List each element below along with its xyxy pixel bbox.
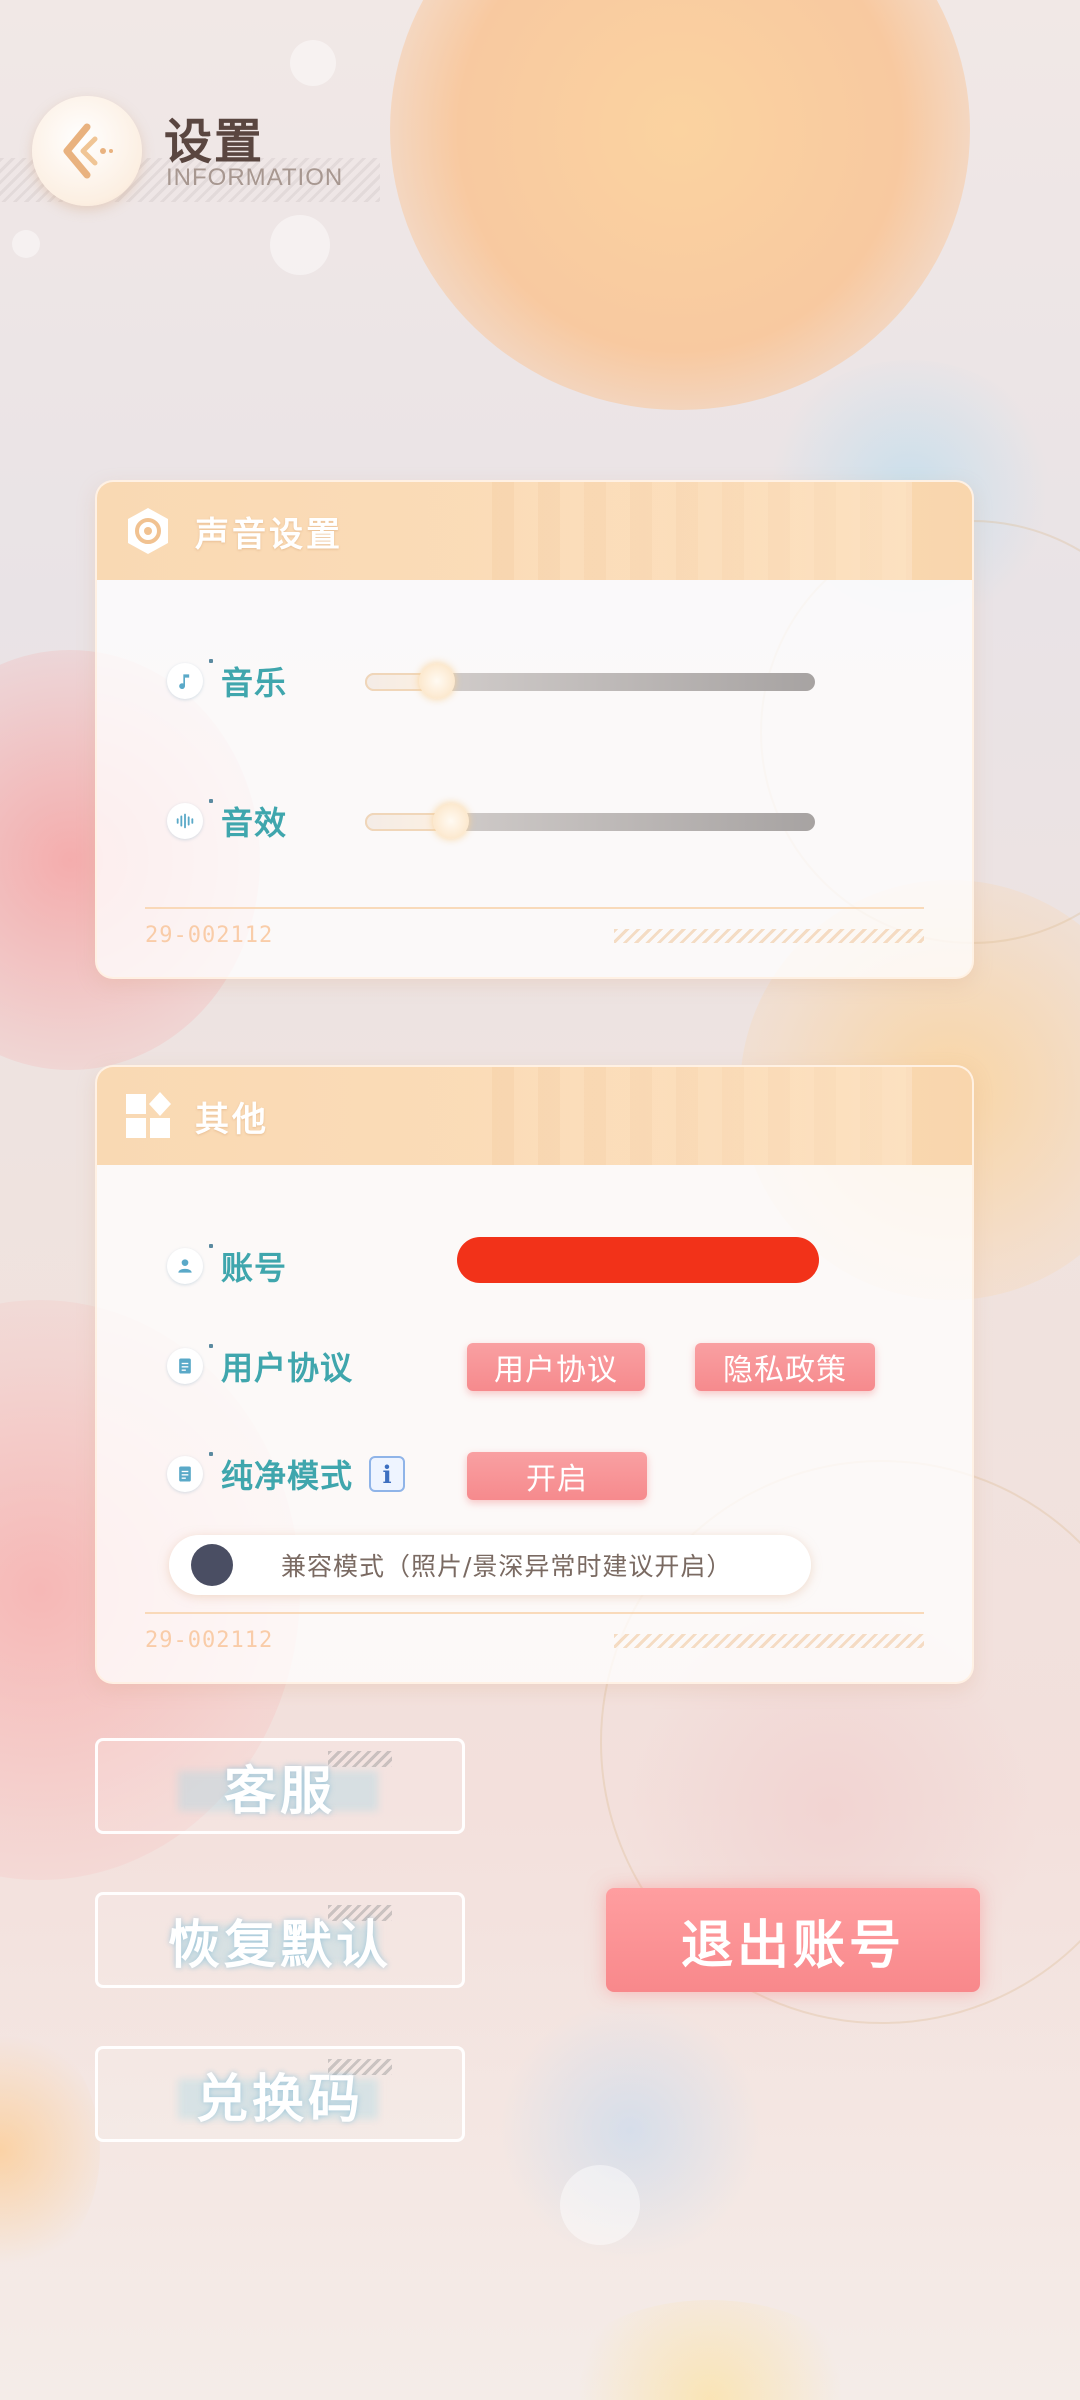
pure-mode-label: 纯净模式: [221, 1457, 354, 1495]
account-label: 账号: [221, 1249, 288, 1287]
footer-divider: [145, 907, 924, 909]
user-icon: [167, 1244, 213, 1284]
restore-default-label: 恢复默认: [167, 1915, 392, 1976]
footer-hatch: [614, 929, 924, 943]
panel-footer: 29-002112: [145, 1612, 924, 1653]
hexagon-sound-icon: [123, 506, 173, 556]
bg-blob: [0, 2020, 100, 2280]
panel-title: 其他: [195, 1099, 269, 1140]
sound-settings-panel: 声音设置 音乐 音效 29-002112: [95, 480, 974, 979]
page-title: 设置: [164, 114, 265, 170]
pure-mode-row: 纯净模式 i: [167, 1451, 406, 1497]
bg-dot: [12, 230, 40, 258]
bg-dot: [560, 2165, 640, 2245]
grid-shapes-icon: [123, 1091, 173, 1141]
info-icon[interactable]: i: [369, 1456, 406, 1492]
panel-header: 声音设置: [97, 482, 972, 580]
redeem-code-button[interactable]: 兑换码: [95, 2046, 465, 2142]
document-icon: [167, 1452, 213, 1492]
music-label: 音乐: [221, 664, 288, 702]
music-note-icon: [167, 659, 213, 699]
account-value-redacted: [457, 1237, 819, 1283]
page-subtitle: INFORMATION: [166, 164, 344, 191]
footer-code: 29-002112: [145, 923, 274, 948]
panel-title: 声音设置: [195, 514, 343, 555]
pure-mode-enable-button[interactable]: 开启: [467, 1452, 647, 1500]
header-decoration: [492, 482, 912, 580]
music-slider[interactable]: [365, 663, 815, 699]
slider-thumb[interactable]: [419, 663, 455, 699]
bg-blob: [390, 0, 970, 410]
agreement-row: 用户协议: [167, 1343, 353, 1389]
panel-footer: 29-002112: [145, 907, 924, 948]
agreement-label: 用户协议: [221, 1349, 354, 1387]
sound-effects-label: 音效: [221, 804, 288, 842]
toggle-knob[interactable]: [191, 1544, 233, 1586]
account-row: 账号: [167, 1243, 287, 1289]
logout-button[interactable]: 退出账号: [606, 1888, 980, 1992]
footer-divider: [145, 1612, 924, 1614]
panel-header: 其他: [97, 1067, 972, 1165]
sound-effects-row: 音效: [167, 798, 287, 844]
restore-default-button[interactable]: 恢复默认: [95, 1892, 465, 1988]
document-icon: [167, 1344, 213, 1384]
music-row: 音乐: [167, 658, 287, 704]
other-settings-panel: 其他 账号 用户协议 用户协议 隐私政策 纯净模式 i 开启 兼容模式（照片/景…: [95, 1065, 974, 1684]
customer-service-label: 客服: [223, 1761, 336, 1822]
compat-mode-label: 兼容模式（照片/景深异常时建议开启）: [281, 1552, 733, 1581]
footer-hatch: [614, 1634, 924, 1648]
footer-code: 29-002112: [145, 1628, 274, 1653]
customer-service-button[interactable]: 客服: [95, 1738, 465, 1834]
privacy-policy-button[interactable]: 隐私政策: [695, 1343, 875, 1391]
bg-blob: [550, 2300, 870, 2400]
logout-label: 退出账号: [680, 1915, 905, 1976]
sound-effects-slider[interactable]: [365, 803, 815, 839]
user-agreement-button[interactable]: 用户协议: [467, 1343, 645, 1391]
header-decoration: [492, 1067, 912, 1165]
slider-thumb[interactable]: [432, 803, 469, 839]
button-hatch: [328, 1751, 392, 1767]
back-button[interactable]: [32, 96, 142, 206]
redeem-code-label: 兑换码: [195, 2069, 364, 2130]
waveform-icon: [167, 799, 213, 839]
bg-dot: [270, 215, 330, 275]
compat-mode-toggle[interactable]: 兼容模式（照片/景深异常时建议开启）: [169, 1535, 811, 1595]
back-arrow-icon: [63, 123, 113, 179]
bg-dot: [290, 40, 336, 86]
